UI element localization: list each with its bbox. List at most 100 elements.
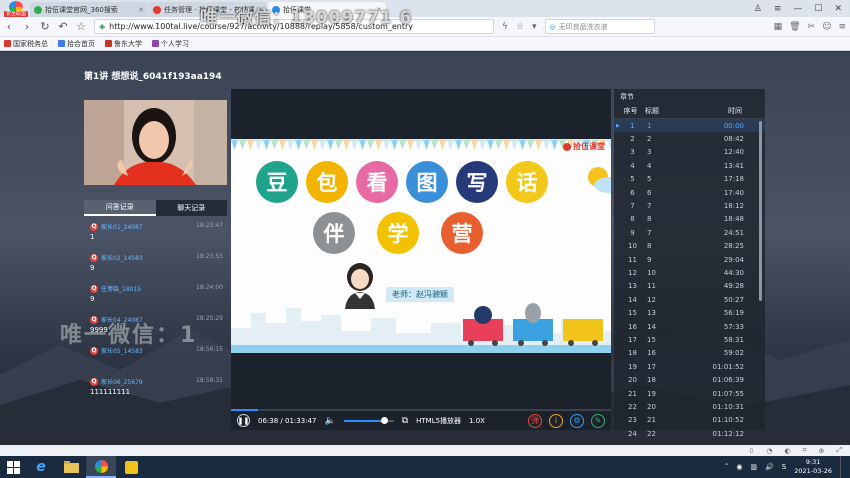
- clock[interactable]: 9:31 2021-03-26: [794, 458, 832, 476]
- chapter-row[interactable]: 22 20 01:10:31: [614, 400, 765, 413]
- chat-message: 1: [90, 233, 95, 241]
- player-mode[interactable]: HTML5播放器: [416, 416, 461, 426]
- chapter-row[interactable]: 11 9 29:04: [614, 253, 765, 266]
- minimize-icon[interactable]: —: [793, 4, 802, 14]
- bookmark-item[interactable]: 个人学习: [152, 39, 189, 49]
- taskbar-360-browser[interactable]: [86, 456, 116, 478]
- browser-logo[interactable]: 安全联盟: [0, 0, 30, 17]
- network-icon[interactable]: ▥: [750, 463, 757, 471]
- chapter-row[interactable]: 21 19 01:07:55: [614, 387, 765, 400]
- chat-username[interactable]: 任博淼_18015: [101, 284, 141, 293]
- chapter-row[interactable]: 12 10 44:30: [614, 266, 765, 279]
- chapter-row[interactable]: 9 7 24:51: [614, 226, 765, 239]
- teacher-camera: [84, 100, 227, 185]
- playback-speed[interactable]: 1.0X: [469, 417, 485, 425]
- picture-icon[interactable]: ⧉: [402, 416, 408, 426]
- pen-icon[interactable]: ✎: [591, 413, 605, 428]
- chapter-row[interactable]: 2 2 08:42: [614, 132, 765, 145]
- volume-tray-icon[interactable]: 🔊: [765, 463, 774, 471]
- chapter-row[interactable]: 13 11 49:28: [614, 280, 765, 293]
- chapter-row[interactable]: 3 3 12:40: [614, 146, 765, 159]
- bookmark-label: 国家税务总: [13, 39, 48, 48]
- undo-icon[interactable]: ↶: [58, 20, 68, 33]
- dropdown-icon[interactable]: ▾: [532, 22, 537, 32]
- bookmark-item[interactable]: 国家税务总: [4, 39, 48, 49]
- chat-item: Q 任博淼_18015 18:24:00 9: [84, 280, 227, 311]
- taskbar-explorer[interactable]: [56, 456, 86, 478]
- ime-icon[interactable]: S: [782, 463, 786, 471]
- star-icon[interactable]: ☆: [76, 20, 86, 33]
- accelerate-icon[interactable]: ◔: [766, 447, 772, 455]
- forward-icon[interactable]: ›: [22, 20, 32, 33]
- chapter-row[interactable]: 18 16 59:02: [614, 347, 765, 360]
- chapter-time: 17:18: [723, 175, 744, 184]
- bookmark-item[interactable]: 拾合首页: [58, 39, 95, 49]
- tab-qa-records[interactable]: 问答记录: [84, 200, 156, 216]
- chapter-row[interactable]: 16 14 57:33: [614, 320, 765, 333]
- start-button[interactable]: [0, 456, 26, 478]
- reload-icon[interactable]: ↻: [40, 20, 50, 33]
- menu-icon[interactable]: ≡: [774, 4, 782, 14]
- download-icon[interactable]: ⇩: [748, 447, 754, 455]
- volume-slider[interactable]: [343, 416, 394, 424]
- wrench-icon[interactable]: ✂: [808, 22, 816, 32]
- shirt-icon[interactable]: ♙: [754, 4, 762, 14]
- chat-username[interactable]: 家长06_25679: [101, 377, 143, 386]
- chapter-row[interactable]: 15 13 56:19: [614, 306, 765, 319]
- chapter-row[interactable]: 17 15 58:31: [614, 333, 765, 346]
- browser-tab[interactable]: 拾伍课堂官网_360搜索 ✕: [30, 2, 148, 17]
- video-player[interactable]: 拾伍课堂 豆包看图写话 伴学营 老师：赵冯骢颖 ❚❚ 06:38 / 01:33…: [231, 89, 611, 430]
- danmaku-icon[interactable]: 弹: [528, 413, 542, 428]
- chapter-row[interactable]: 20 18 01:06:39: [614, 373, 765, 386]
- volume-icon[interactable]: 🔈: [324, 416, 335, 426]
- taskbar-app-yellow[interactable]: [116, 456, 146, 478]
- pause-button[interactable]: ❚❚: [237, 414, 250, 427]
- chapter-row[interactable]: 23 21 01:10:52: [614, 414, 765, 427]
- back-icon[interactable]: ‹: [4, 20, 14, 33]
- chapter-panel-title: 章节: [620, 92, 634, 101]
- tab-close-icon[interactable]: ✕: [138, 6, 144, 14]
- settings-icon[interactable]: ⚙: [570, 413, 584, 428]
- bookmark-item[interactable]: 鲁东大学: [105, 39, 142, 49]
- chapter-row[interactable]: 4 4 13:41: [614, 159, 765, 172]
- chat-avatar-icon: Q: [90, 377, 98, 386]
- tray-app-icon[interactable]: ◉: [736, 463, 742, 471]
- lightning-icon[interactable]: ϟ: [502, 22, 508, 32]
- show-desktop-button[interactable]: [840, 456, 844, 478]
- search-input[interactable]: ◎ 无印良品洗衣液: [544, 19, 655, 34]
- chapter-row[interactable]: 24 22 01:12:12: [614, 427, 765, 440]
- chapter-title: 9: [647, 255, 652, 264]
- screenshot-icon[interactable]: ⌗: [803, 446, 807, 455]
- grid-icon[interactable]: ▦: [774, 22, 783, 32]
- total-time: 01:33:47: [285, 416, 317, 425]
- close-window-icon[interactable]: ✕: [834, 4, 842, 14]
- zoom-icon[interactable]: ⊕: [819, 447, 825, 455]
- chapter-scrollbar[interactable]: [759, 121, 762, 301]
- bookmark-star-icon[interactable]: ☆: [516, 22, 524, 32]
- sound-icon[interactable]: ◐: [784, 447, 790, 455]
- tab-chat-records[interactable]: 聊天记录: [155, 200, 227, 216]
- taskbar-ie[interactable]: e: [26, 456, 56, 478]
- fullscreen-icon[interactable]: ⤢: [836, 446, 842, 455]
- chat-time: 18:25:29: [196, 315, 223, 322]
- chapter-index: 23: [628, 416, 637, 425]
- chapter-row[interactable]: ▶ 1 1 00:00: [614, 119, 765, 133]
- more-icon[interactable]: ≡: [838, 22, 846, 32]
- chapter-row[interactable]: 19 17 01:01:52: [614, 360, 765, 373]
- user-icon[interactable]: ☺: [822, 22, 831, 32]
- maximize-icon[interactable]: ☐: [814, 4, 822, 14]
- info-icon[interactable]: i: [549, 413, 563, 428]
- chapter-header-row: 序号 标题 时间: [614, 104, 765, 119]
- volume-knob[interactable]: [380, 416, 388, 424]
- chapter-row[interactable]: 5 5 17:18: [614, 173, 765, 186]
- chapter-row[interactable]: 10 8 28:25: [614, 240, 765, 253]
- chat-username[interactable]: 家长01_24087: [101, 222, 143, 231]
- chat-avatar-icon: Q: [90, 222, 98, 231]
- chat-username[interactable]: 家长02_14583: [101, 253, 143, 262]
- chapter-row[interactable]: 6 6 17:40: [614, 186, 765, 199]
- chapter-row[interactable]: 8 8 18:48: [614, 213, 765, 226]
- chapter-row[interactable]: 7 7 18:12: [614, 199, 765, 212]
- chapter-row[interactable]: 14 12 50:27: [614, 293, 765, 306]
- trash-icon[interactable]: 🗑: [789, 22, 800, 32]
- tray-arrow-icon[interactable]: ˄: [725, 463, 729, 471]
